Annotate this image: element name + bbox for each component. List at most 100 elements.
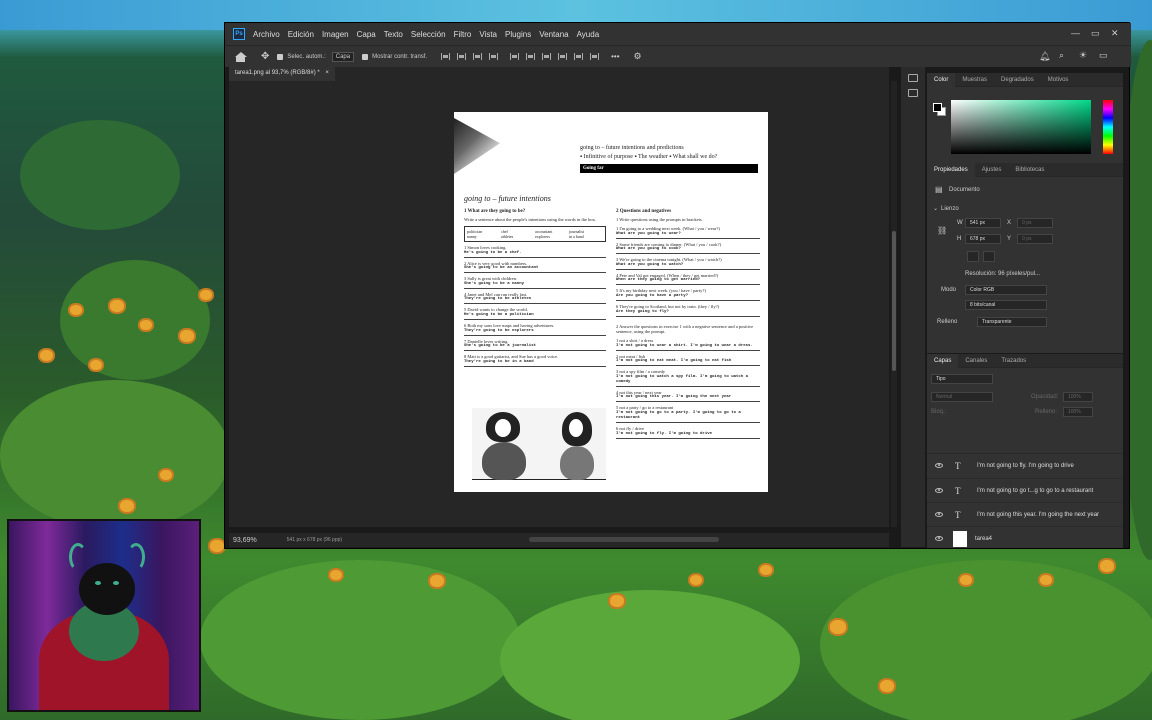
tab-capas[interactable]: Capas — [927, 353, 959, 368]
section-lienzo-chevron-icon[interactable]: ⌄ — [933, 205, 938, 212]
menu-texto[interactable]: Texto — [384, 30, 403, 39]
portrait-orientation-icon[interactable] — [967, 251, 979, 262]
show-transform-label: Mostrar contr. transf. — [372, 53, 428, 60]
blend-mode-select[interactable]: Normal — [931, 392, 993, 402]
canvas-vertical-scrollbar[interactable] — [891, 81, 897, 527]
distribute-center-icon[interactable] — [574, 53, 584, 60]
word: explorers — [535, 233, 550, 239]
bit-depth-select[interactable]: 8 bits/canal — [965, 300, 1047, 310]
tab-bibliotecas[interactable]: Bibliotecas — [1008, 167, 1051, 173]
height-field[interactable]: 678 px — [965, 234, 1001, 244]
scrollbar-thumb[interactable] — [892, 231, 896, 371]
layer-row[interactable]: tarea4 — [927, 526, 1123, 550]
distribute-left-icon[interactable] — [558, 53, 568, 60]
link-icon[interactable]: ⛓ — [937, 226, 947, 235]
tab-motivos[interactable]: Motivos — [1041, 77, 1076, 83]
menu-filtro[interactable]: Filtro — [454, 30, 472, 39]
status-bar: 93,69% 541 px x 678 px (96 ppp) — [229, 533, 889, 547]
close-button[interactable]: ✕ — [1111, 28, 1119, 39]
maximize-button[interactable]: ▭ — [1091, 28, 1100, 39]
menu-ayuda[interactable]: Ayuda — [577, 30, 600, 39]
discover-icon[interactable]: ☀ — [1079, 50, 1087, 61]
canvas-area[interactable]: going to – future intentions and predict… — [229, 81, 889, 527]
layer-select[interactable]: Capa — [331, 51, 355, 62]
avatar-eye — [113, 581, 119, 585]
menu-plugins[interactable]: Plugins — [505, 30, 531, 39]
answer: When are they going to get married? — [616, 278, 760, 286]
visibility-eye-icon[interactable] — [935, 512, 943, 517]
visibility-eye-icon[interactable] — [935, 463, 943, 468]
3d-mode-icon[interactable]: ⚙ — [634, 51, 642, 62]
answer: She's going to be a journalist — [464, 344, 606, 352]
layer-row[interactable]: T I'm not going this year. I'm going the… — [927, 502, 1123, 526]
width-field[interactable]: 541 px — [965, 218, 1001, 228]
fill-select[interactable]: Transparente — [977, 317, 1047, 327]
zoom-level[interactable]: 93,69% — [233, 537, 257, 544]
align-top-icon[interactable] — [489, 53, 499, 60]
answer: I'm not going this year. I'm going the n… — [616, 395, 760, 403]
layer-row[interactable]: T I'm not going to fly. I'm going to dri… — [927, 453, 1123, 477]
menu-imagen[interactable]: Imagen — [322, 30, 349, 39]
document-tab[interactable]: tarea1.png al 93,7% (RGB/8#) * × — [229, 67, 335, 81]
notification-bell-icon[interactable]: 🔔︎ — [1039, 51, 1050, 62]
foreground-color-swatch[interactable] — [933, 103, 942, 112]
tab-degradados[interactable]: Degradados — [994, 77, 1041, 83]
menu-vista[interactable]: Vista — [479, 30, 497, 39]
distribute-top-icon[interactable] — [510, 53, 520, 60]
align-right-icon[interactable] — [473, 53, 483, 60]
menu-ventana[interactable]: Ventana — [539, 30, 568, 39]
guitarist-body — [482, 442, 526, 480]
tab-color[interactable]: Color — [927, 72, 956, 87]
mode-select[interactable]: Color RGB — [965, 285, 1047, 295]
layer-filter-select[interactable]: Tipo — [931, 374, 993, 384]
x-field[interactable]: 0 px — [1017, 218, 1053, 228]
landscape-orientation-icon[interactable] — [983, 251, 995, 262]
fill-label: Relleno — [937, 319, 958, 325]
document-info[interactable]: 541 px x 678 px (96 ppp) — [287, 537, 342, 543]
tab-propiedades[interactable]: Propiedades — [927, 162, 975, 177]
show-transform-checkbox[interactable] — [362, 53, 369, 60]
auto-select-checkbox[interactable] — [277, 53, 284, 60]
answer: What are you going to watch? — [616, 263, 760, 270]
move-tool-icon[interactable]: ✥ — [261, 51, 269, 62]
layer-row[interactable]: T I'm not going to go t...g to go to a r… — [927, 478, 1123, 502]
avatar-horn — [127, 543, 145, 571]
text-layer-icon: T — [955, 509, 961, 520]
layer-fill-field[interactable]: 100% — [1063, 407, 1093, 417]
word: in a band — [569, 233, 584, 239]
tab-muestras[interactable]: Muestras — [955, 77, 994, 83]
menu-capa[interactable]: Capa — [357, 30, 376, 39]
fg-bg-swatches[interactable] — [933, 103, 946, 116]
document-icon: ▤ — [935, 185, 943, 194]
y-field[interactable]: 0 px — [1017, 234, 1053, 244]
align-center-icon[interactable] — [457, 53, 467, 60]
distribute-bottom-icon[interactable] — [542, 53, 552, 60]
distribute-right-icon[interactable] — [590, 53, 600, 60]
word-box: politician chef accountant journalist na… — [464, 225, 606, 242]
menu-seleccion[interactable]: Selección — [411, 30, 446, 39]
more-options-icon[interactable]: ••• — [611, 52, 619, 61]
tab-ajustes[interactable]: Ajustes — [975, 167, 1009, 173]
visibility-eye-icon[interactable] — [935, 488, 943, 493]
minimize-button[interactable]: — — [1071, 28, 1080, 38]
hue-slider[interactable] — [1103, 100, 1113, 154]
visibility-eye-icon[interactable] — [935, 536, 943, 541]
distribute-middle-icon[interactable] — [526, 53, 536, 60]
align-left-icon[interactable] — [441, 53, 451, 60]
canvas-horizontal-scrollbar[interactable] — [529, 537, 719, 542]
menu-archivo[interactable]: Archivo — [253, 30, 280, 39]
opacity-field[interactable]: 100% — [1063, 392, 1093, 402]
search-icon[interactable]: ⌕ — [1059, 50, 1064, 61]
tab-trazados[interactable]: Trazados — [994, 358, 1033, 364]
exercise-2-instruction: 1 Write questions using the prompts in b… — [616, 217, 703, 223]
history-icon[interactable] — [908, 74, 918, 82]
menu-edicion[interactable]: Edición — [288, 30, 314, 39]
home-icon[interactable] — [235, 51, 247, 62]
workspace-icon[interactable]: ▭ — [1099, 50, 1108, 61]
tab-canales[interactable]: Canales — [958, 358, 994, 364]
close-tab-icon[interactable]: × — [325, 70, 329, 76]
word: athletes — [501, 233, 514, 239]
document-tabs: tarea1.png al 93,7% (RGB/8#) * × — [229, 67, 889, 81]
color-picker-field[interactable] — [951, 100, 1091, 154]
comments-icon[interactable] — [908, 89, 918, 97]
